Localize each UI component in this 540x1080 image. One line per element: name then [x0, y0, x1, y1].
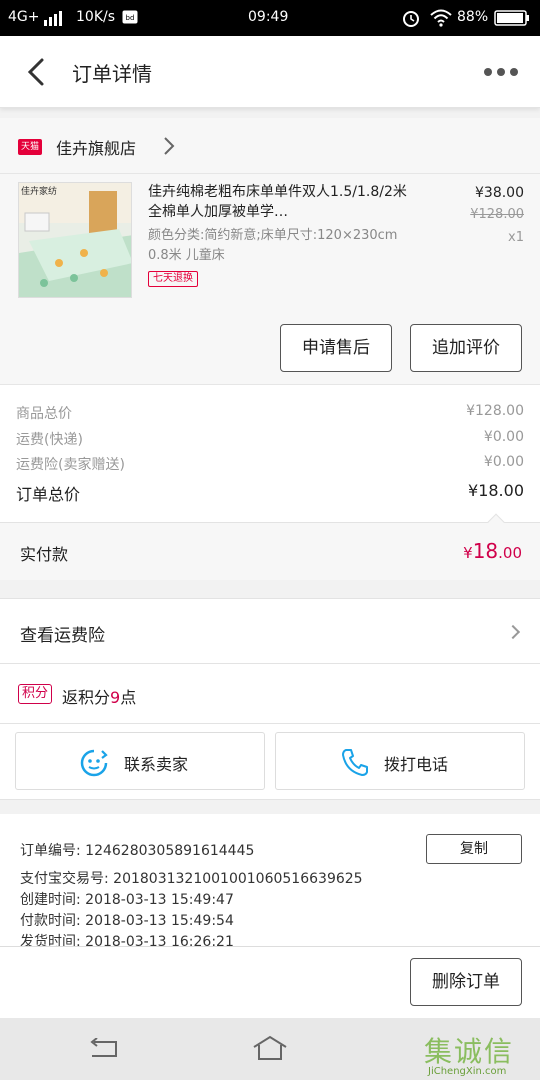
- order-info: 订单编号: 1246280305891614445 复制 支付宝交易号: 201…: [0, 814, 540, 946]
- call-label: 拨打电话: [384, 755, 449, 774]
- shipping-insurance-row[interactable]: 查看运费险: [0, 598, 540, 664]
- paid-time: 付款时间: 2018-03-13 15:49:54: [20, 913, 234, 929]
- return-badge: 七天退换: [148, 271, 198, 287]
- back-nav-icon[interactable]: [88, 1037, 120, 1064]
- network-type: 4G+: [8, 9, 40, 25]
- battery-percent: 88%: [457, 9, 489, 25]
- alarm-icon: [402, 9, 420, 31]
- copy-button[interactable]: 复制: [426, 834, 522, 864]
- delete-order-button[interactable]: 删除订单: [410, 958, 522, 1006]
- paid-amount: ¥18.00: [463, 539, 522, 563]
- points-badge: 积分: [18, 684, 53, 704]
- back-icon[interactable]: [24, 56, 52, 88]
- thumb-logo-text: 佳卉家纺: [21, 187, 58, 197]
- paid-decimal: .00: [498, 544, 522, 562]
- app-header: 订单详情: [0, 36, 540, 108]
- summary-label: 运费险(卖家赠送): [16, 457, 125, 473]
- watermark-url: JiChengXin.com: [428, 1066, 507, 1077]
- battery-icon: [494, 10, 530, 30]
- contact-seller-label: 联系卖家: [124, 755, 189, 774]
- summary-value: ¥0.00: [483, 454, 524, 470]
- chat-face-icon: [79, 748, 109, 782]
- original-price: ¥128.00: [470, 207, 524, 222]
- summary-value: ¥128.00: [466, 403, 524, 419]
- points-count: 9: [110, 688, 121, 707]
- call-button[interactable]: 拨打电话: [275, 732, 525, 790]
- paid-integer: 18: [472, 539, 499, 563]
- product-spec: 颜色分类:简约新意;床单尺寸:120×230cm 0.8米 儿童床: [148, 228, 398, 263]
- points-prefix: 返积分: [62, 688, 111, 707]
- paid-label: 实付款: [20, 545, 69, 564]
- order-total-value: ¥18.00: [468, 481, 524, 500]
- points-text: 返积分9点: [62, 684, 136, 708]
- product-card: 佳卉家纺 佳卉纯棉老粗布床单单件双人1.5/1.8/2米全棉单人加厚被单学… 颜…: [0, 174, 540, 384]
- network-speed: 10K/s: [76, 9, 116, 25]
- product-quantity: x1: [508, 230, 524, 245]
- price-summary: 商品总价 ¥128.00 运费(快递) ¥0.00 运费险(卖家赠送) ¥0.0…: [0, 384, 540, 522]
- alipay-number: 支付宝交易号: 2018031321001001060516639625: [20, 871, 363, 887]
- tmall-badge: 天猫: [18, 139, 42, 155]
- paid-amount-row: 实付款 ¥18.00: [0, 513, 540, 580]
- wifi-icon: [430, 9, 452, 31]
- points-row: 积分 返积分9点: [0, 664, 540, 724]
- contact-seller-button[interactable]: 联系卖家: [15, 732, 265, 790]
- signal-icon: [44, 10, 64, 26]
- svg-text:bd: bd: [126, 14, 135, 22]
- shipped-time: 发货时间: 2018-03-13 16:26:21: [20, 934, 234, 946]
- phone-icon: [340, 747, 370, 781]
- summary-value: ¥0.00: [483, 429, 524, 445]
- page-title: 订单详情: [72, 62, 152, 86]
- store-row[interactable]: 天猫 佳卉旗舰店: [0, 118, 540, 174]
- home-nav-icon[interactable]: [252, 1035, 288, 1065]
- product-price: ¥38.00: [475, 185, 524, 201]
- after-sale-button[interactable]: 申请售后: [280, 324, 392, 372]
- add-review-button[interactable]: 追加评价: [410, 324, 522, 372]
- created-time: 创建时间: 2018-03-13 15:49:47: [20, 892, 234, 908]
- watermark-text: 集诚信: [424, 1035, 515, 1068]
- order-number: 订单编号: 1246280305891614445: [20, 843, 255, 859]
- product-name[interactable]: 佳卉纯棉老粗布床单单件双人1.5/1.8/2米全棉单人加厚被单学…: [148, 182, 418, 222]
- footer-bar: 删除订单: [0, 946, 540, 1018]
- chevron-right-icon: [505, 624, 521, 640]
- product-image[interactable]: 佳卉家纺: [18, 182, 132, 298]
- notification-icon: bd: [122, 10, 138, 28]
- chevron-right-icon[interactable]: [162, 136, 176, 160]
- contact-row: 联系卖家 拨打电话: [0, 724, 540, 800]
- store-name[interactable]: 佳卉旗舰店: [56, 135, 136, 159]
- more-icon[interactable]: [484, 66, 518, 78]
- points-suffix: 点: [120, 688, 137, 707]
- paid-currency: ¥: [463, 544, 473, 562]
- watermark: 集诚信 JiChengXin.com: [424, 1030, 540, 1080]
- summary-label: 商品总价: [16, 406, 72, 422]
- summary-label: 运费(快递): [16, 432, 83, 448]
- shipping-insurance-label[interactable]: 查看运费险: [20, 621, 105, 646]
- status-bar: 4G+ 10K/s bd 09:49 88%: [0, 0, 540, 36]
- order-total-label: 订单总价: [16, 485, 81, 504]
- clock: 09:49: [248, 9, 289, 25]
